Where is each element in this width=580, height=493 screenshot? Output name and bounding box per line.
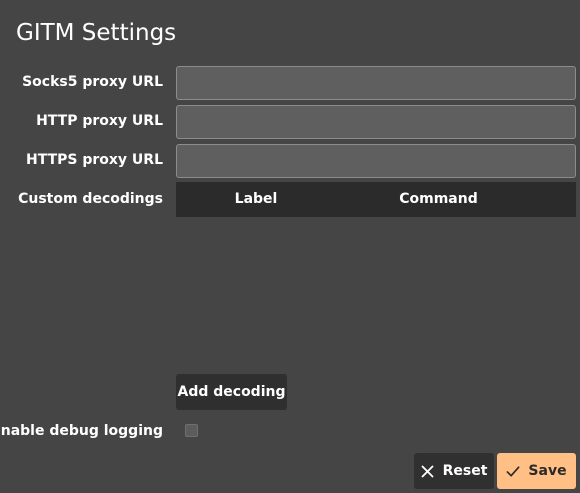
- debug-logging-checkbox[interactable]: [185, 424, 198, 437]
- column-header-command[interactable]: Command: [336, 182, 541, 217]
- decodings-table-body: [176, 217, 576, 357]
- column-header-label[interactable]: Label: [176, 182, 336, 217]
- save-label: Save: [528, 463, 567, 479]
- reset-label: Reset: [442, 463, 488, 479]
- https-proxy-input[interactable]: [176, 144, 576, 178]
- http-proxy-input[interactable]: [176, 105, 576, 139]
- custom-decodings-label: Custom decodings: [18, 191, 163, 207]
- add-decoding-button[interactable]: Add decoding: [176, 374, 287, 410]
- page-title: GITM Settings: [16, 20, 177, 46]
- http-proxy-label: HTTP proxy URL: [36, 113, 163, 129]
- socks5-proxy-label: Socks5 proxy URL: [22, 74, 163, 90]
- close-icon: [421, 464, 435, 478]
- debug-logging-label: Enable debug logging: [0, 423, 163, 439]
- socks5-proxy-input[interactable]: [176, 66, 576, 100]
- save-button[interactable]: Save: [497, 453, 576, 489]
- decodings-table-header: Label Command: [176, 182, 576, 217]
- reset-button[interactable]: Reset: [414, 453, 494, 489]
- https-proxy-label: HTTPS proxy URL: [26, 152, 163, 168]
- checkmark-icon: [506, 464, 520, 478]
